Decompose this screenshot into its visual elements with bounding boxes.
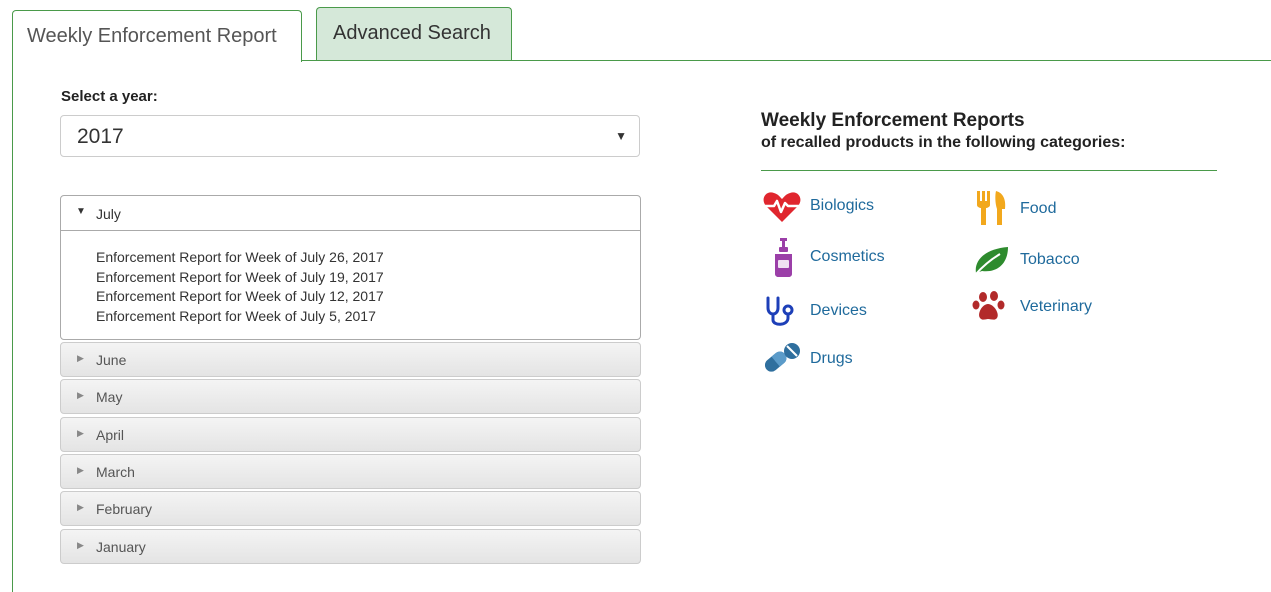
accordion-header-label: June xyxy=(96,352,127,368)
category-label: Veterinary xyxy=(1020,298,1093,315)
accordion-header-label: July xyxy=(96,206,121,222)
category-label: Food xyxy=(1020,200,1057,217)
caret-right-icon: ▶ xyxy=(77,390,84,400)
caret-down-icon: ▼ xyxy=(76,206,86,217)
report-link[interactable]: Enforcement Report for Week of July 12, … xyxy=(96,287,384,307)
report-link[interactable]: Enforcement Report for Week of July 26, … xyxy=(96,248,384,268)
accordion-header-label: March xyxy=(96,464,135,480)
tab-weekly-enforcement-report[interactable]: Weekly Enforcement Report xyxy=(12,10,302,62)
accordion-header-label: January xyxy=(96,539,146,555)
accordion-header-label: May xyxy=(96,389,123,405)
accordion-header-label: February xyxy=(96,501,153,517)
paw-icon xyxy=(972,291,1005,320)
accordion-month-march[interactable]: ▶ March xyxy=(60,454,641,489)
accordion-month-january[interactable]: ▶ January xyxy=(60,529,641,564)
accordion-month-february[interactable]: ▶ February xyxy=(60,491,641,526)
year-select-value: 2017 xyxy=(77,125,124,148)
stethoscope-icon xyxy=(766,296,794,326)
tab-advanced-search[interactable]: Advanced Search xyxy=(316,7,512,60)
category-label: Biologics xyxy=(810,197,875,214)
categories-subtitle: of recalled products in the following ca… xyxy=(761,134,1126,151)
accordion-month-may[interactable]: ▶ May xyxy=(60,379,641,414)
category-label: Tobacco xyxy=(1020,251,1080,268)
heart-pulse-icon xyxy=(763,192,801,222)
category-label: Cosmetics xyxy=(810,248,885,265)
category-cosmetics[interactable]: Cosmetics xyxy=(762,238,922,278)
caret-down-icon: ▼ xyxy=(615,129,627,143)
accordion-month-june[interactable]: ▶ June xyxy=(60,342,641,377)
category-label: Devices xyxy=(810,302,867,319)
categories-title: Weekly Enforcement Reports xyxy=(761,110,1025,131)
caret-right-icon: ▶ xyxy=(77,465,84,475)
categories-divider xyxy=(761,170,1217,171)
category-label: Drugs xyxy=(810,350,853,367)
report-link[interactable]: Enforcement Report for Week of July 5, 2… xyxy=(96,307,384,327)
fork-knife-icon xyxy=(977,191,1006,225)
year-label: Select a year: xyxy=(61,88,158,105)
accordion-month-april[interactable]: ▶ April xyxy=(60,417,641,452)
category-biologics[interactable]: Biologics xyxy=(762,190,922,224)
pills-icon xyxy=(764,343,800,372)
report-link-list: Enforcement Report for Week of July 26, … xyxy=(96,248,384,326)
panel-border xyxy=(12,61,13,592)
caret-right-icon: ▶ xyxy=(77,502,84,512)
caret-right-icon: ▶ xyxy=(77,428,84,438)
report-link[interactable]: Enforcement Report for Week of July 19, … xyxy=(96,268,384,288)
accordion-header-label: April xyxy=(96,427,125,443)
accordion-month-july: ▼ July Enforcement Report for Week of Ju… xyxy=(60,195,641,340)
tab-bar: Weekly Enforcement Report Advanced Searc… xyxy=(0,0,1271,62)
category-drugs[interactable]: Drugs xyxy=(762,342,922,376)
accordion-header-july[interactable]: ▼ July xyxy=(61,196,640,231)
leaf-icon xyxy=(974,247,1008,276)
tab-divider xyxy=(302,60,1271,61)
category-tobacco[interactable]: Tobacco xyxy=(972,243,1132,277)
year-select[interactable]: 2017 ▼ xyxy=(60,115,640,157)
lotion-bottle-icon xyxy=(775,238,792,277)
category-veterinary[interactable]: Veterinary xyxy=(972,290,1132,324)
category-devices[interactable]: Devices xyxy=(762,294,922,328)
caret-right-icon: ▶ xyxy=(77,540,84,550)
category-food[interactable]: Food xyxy=(972,191,1132,225)
caret-right-icon: ▶ xyxy=(77,353,84,363)
